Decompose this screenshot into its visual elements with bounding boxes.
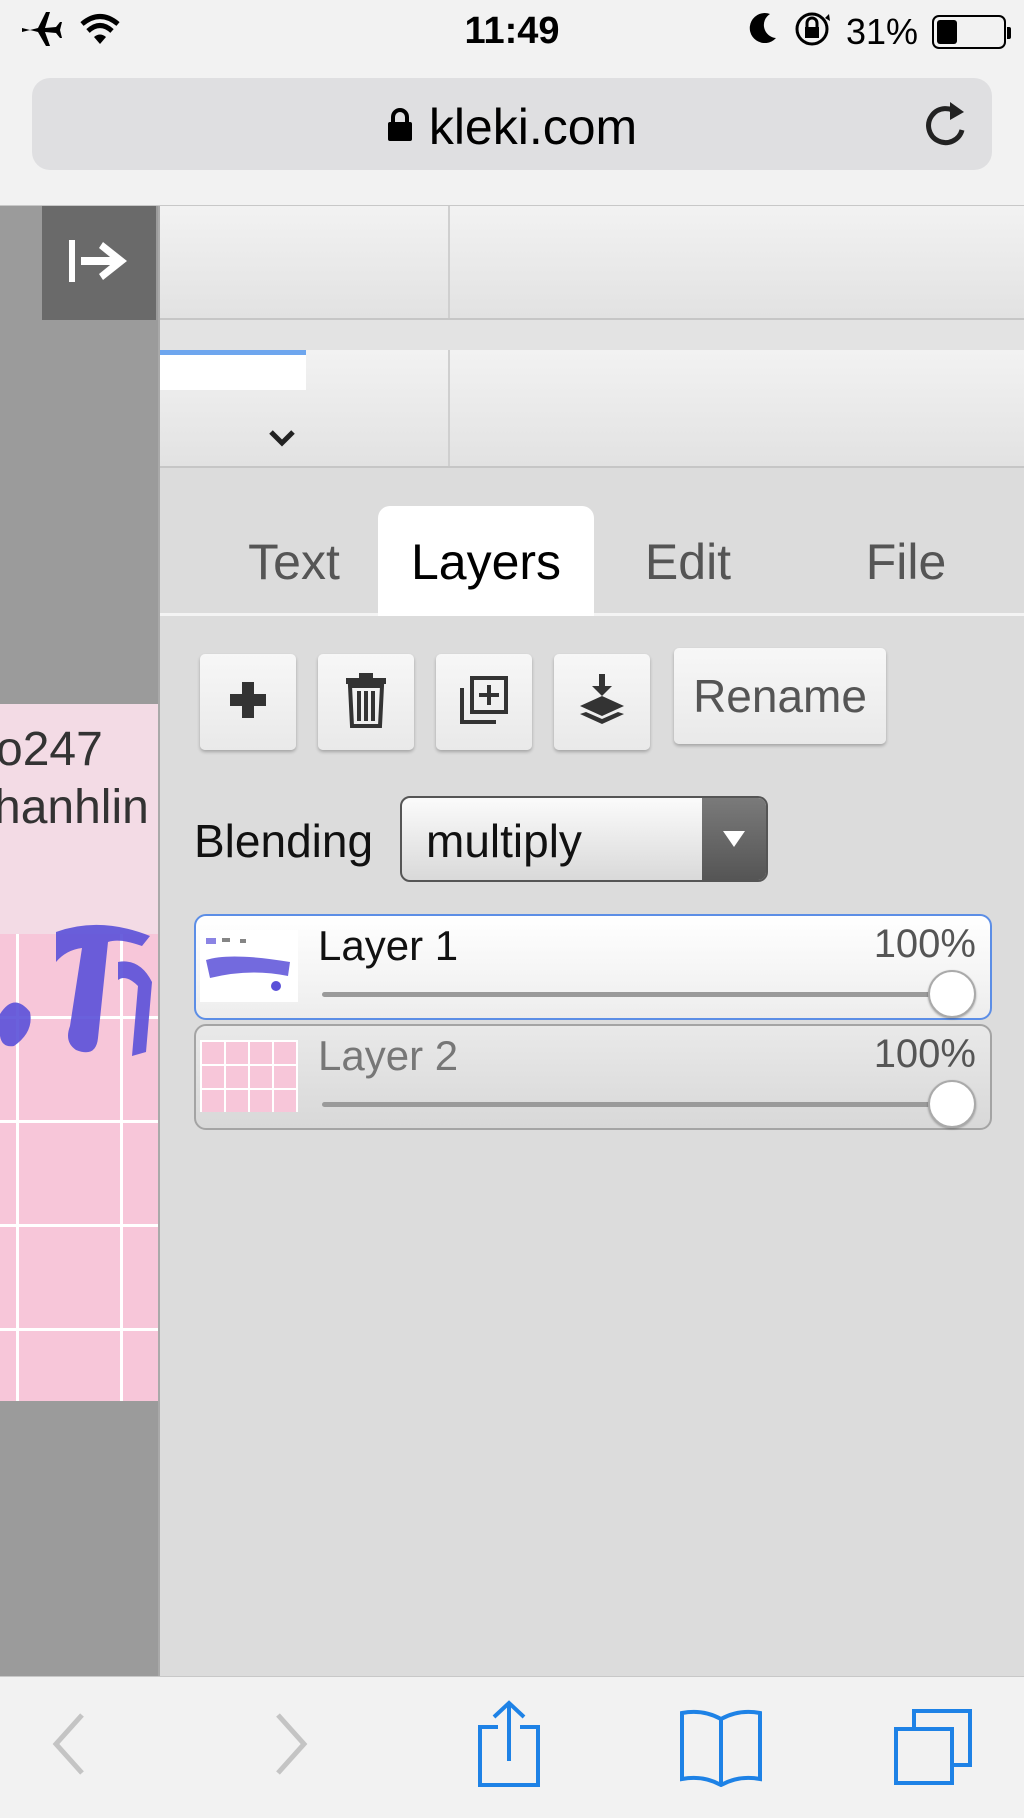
status-bar: 11:49 31% — [0, 0, 1024, 64]
layer-opacity-value: 100% — [873, 922, 976, 966]
back-icon[interactable] — [48, 1709, 88, 1784]
blending-select[interactable]: multiply — [400, 796, 768, 882]
tab-edit[interactable]: Edit — [590, 506, 786, 616]
url-text: kleki.com — [428, 99, 638, 155]
duplicate-layer-icon — [458, 674, 510, 731]
row-gap — [160, 320, 1024, 350]
collapse-panel-button[interactable] — [42, 206, 156, 320]
address-bar[interactable]: kleki.com — [32, 78, 992, 170]
opacity-slider-knob[interactable] — [928, 1080, 976, 1128]
lock-icon — [387, 96, 413, 154]
arrow-right-bar-icon — [67, 236, 131, 291]
delete-layer-button[interactable] — [318, 654, 414, 750]
blending-label: Blending — [194, 815, 374, 867]
layer-thumbnail — [200, 930, 298, 1002]
merge-down-icon — [576, 672, 628, 733]
canvas-lettering — [0, 924, 152, 1056]
browser-toolbar — [0, 1676, 1024, 1818]
bookmarks-icon[interactable] — [678, 1707, 764, 1792]
brush-row-1[interactable] — [160, 206, 1024, 320]
reload-icon[interactable] — [920, 96, 970, 155]
rotation-lock-icon — [792, 10, 832, 53]
canvas-area[interactable]: o247 hanhlin — [0, 206, 158, 1676]
forward-icon[interactable] — [272, 1709, 312, 1784]
address-text-wrap: kleki.com — [32, 98, 992, 160]
canvas-text-line2: hanhlin — [0, 781, 149, 834]
chevron-down-icon[interactable] — [268, 428, 296, 453]
opacity-slider[interactable] — [322, 970, 976, 1018]
battery-icon — [932, 14, 1011, 49]
add-layer-icon — [228, 680, 268, 725]
browser-chrome: kleki.com — [0, 64, 1024, 206]
blending-value: multiply — [426, 815, 582, 867]
opacity-slider[interactable] — [322, 1080, 976, 1128]
layer-opacity-value: 100% — [873, 1032, 976, 1076]
tab-layers[interactable]: Layers — [378, 506, 594, 616]
duplicate-layer-button[interactable] — [436, 654, 532, 750]
tab-text[interactable]: Text — [200, 506, 388, 616]
layer-name: Layer 1 — [318, 922, 459, 969]
screen: 11:49 31% kleki.com o247 hanhlin Text La… — [0, 0, 1024, 1818]
battery-percent: 31% — [845, 10, 918, 52]
side-panel: Text Layers Edit File Rename Blending mu… — [158, 206, 1024, 1676]
panel-tabs: Text Layers Edit File — [160, 468, 1024, 616]
canvas-image[interactable]: o247 hanhlin — [0, 704, 158, 1401]
row-separator — [448, 206, 450, 318]
rename-layer-button[interactable]: Rename — [674, 648, 886, 744]
layer-toolbar: Rename — [160, 646, 1024, 756]
moon-icon — [748, 12, 778, 51]
color-swatch[interactable] — [160, 350, 306, 390]
add-layer-button[interactable] — [200, 654, 296, 750]
share-icon[interactable] — [476, 1699, 542, 1794]
layer-item-1[interactable]: Layer 1 100% — [194, 914, 992, 1020]
layer-name: Layer 2 — [318, 1032, 459, 1079]
tab-file[interactable]: File — [808, 506, 1004, 616]
layer-item-2[interactable]: Layer 2 100% — [194, 1024, 992, 1130]
battery-fill — [937, 19, 957, 44]
row-separator — [448, 350, 450, 466]
canvas-text-line1: o247 — [0, 723, 103, 776]
layer-thumbnail — [200, 1040, 298, 1112]
opacity-slider-knob[interactable] — [928, 970, 976, 1018]
delete-layer-icon — [344, 672, 388, 733]
merge-down-button[interactable] — [554, 654, 650, 750]
blending-row: Blending multiply — [160, 796, 1024, 886]
brush-row-2[interactable] — [160, 350, 1024, 468]
tabs-icon[interactable] — [892, 1707, 974, 1792]
dropdown-arrow-icon — [702, 798, 766, 880]
status-right: 31% — [748, 10, 1011, 53]
